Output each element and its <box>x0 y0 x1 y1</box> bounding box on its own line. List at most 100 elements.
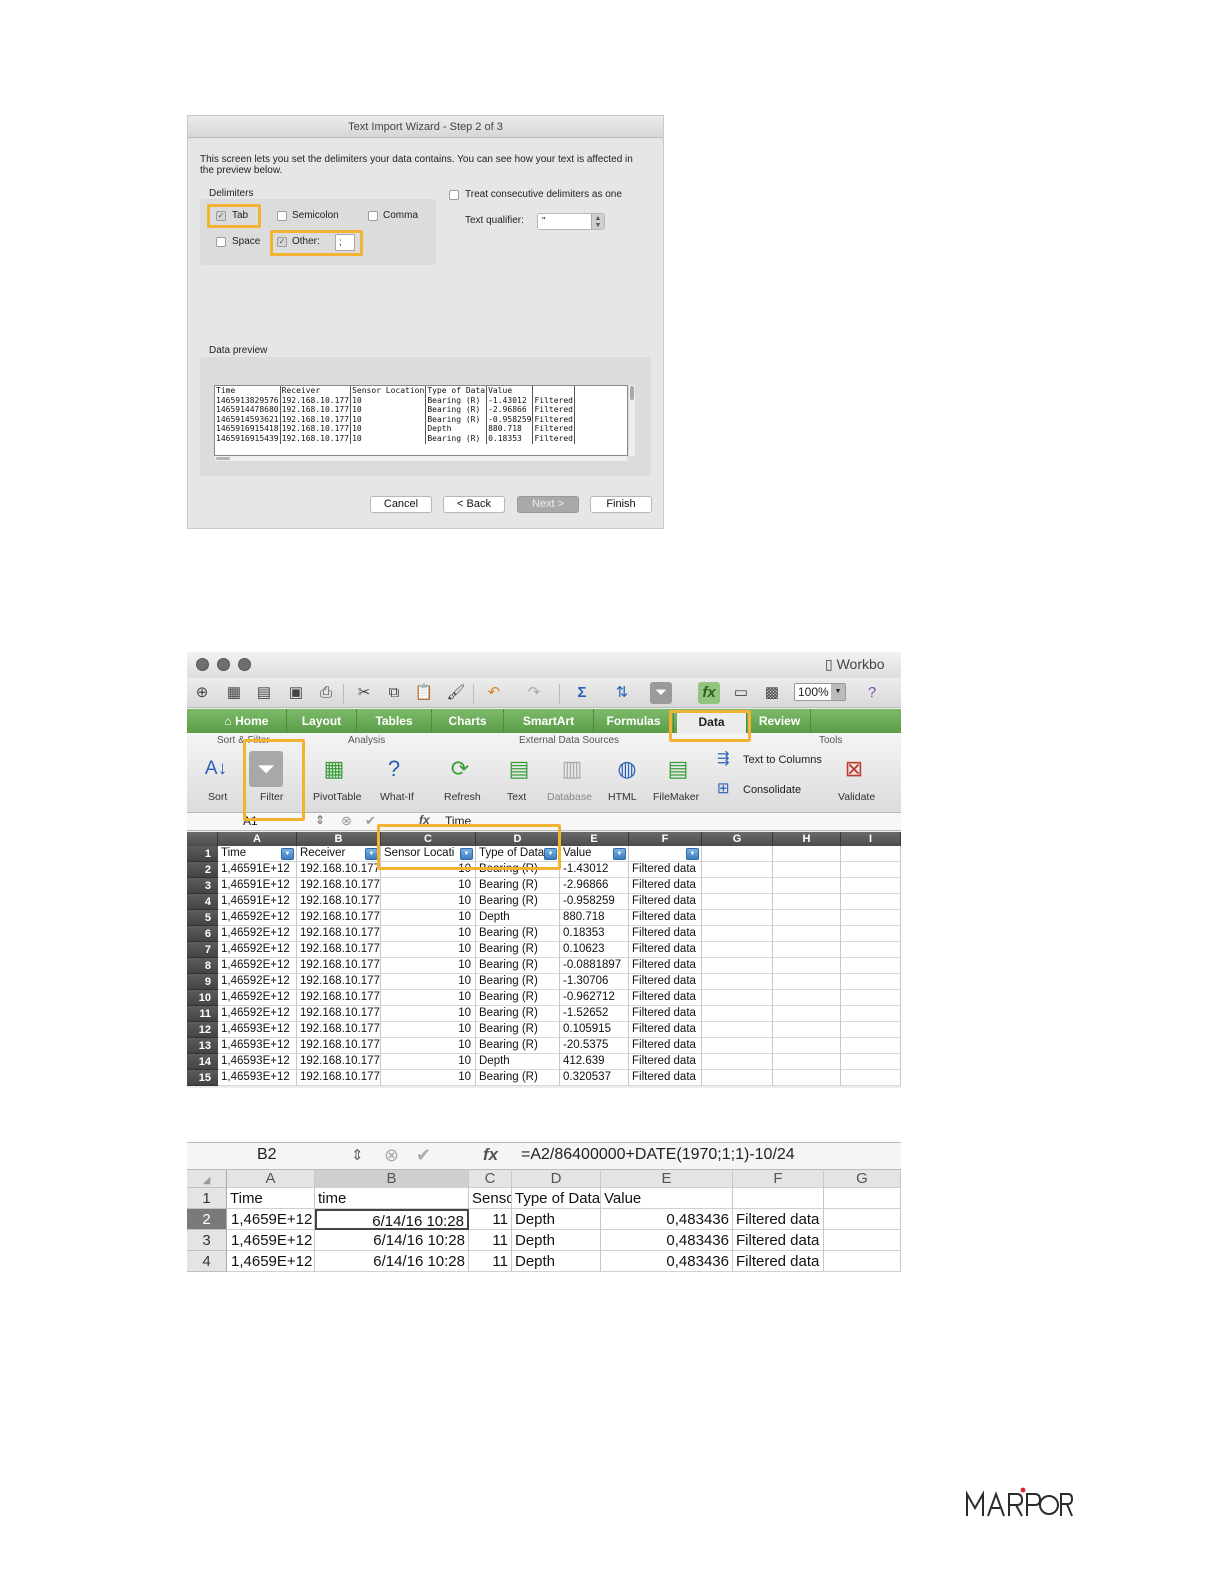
autosum-icon[interactable]: Σ <box>571 682 593 704</box>
table-cell[interactable]: Filtered data <box>629 1022 702 1038</box>
table-cell[interactable]: 10 <box>381 894 476 910</box>
consolidate-button[interactable]: Consolidate <box>743 784 801 796</box>
table-cell[interactable]: Filtered data <box>733 1209 824 1230</box>
tab-review[interactable]: Review <box>749 709 811 733</box>
table-cell[interactable]: Bearing (R) <box>476 862 560 878</box>
table-cell[interactable] <box>841 878 901 894</box>
back-button[interactable]: < Back <box>443 496 505 513</box>
table-cell[interactable]: 11 <box>469 1251 512 1272</box>
table-cell[interactable]: Filtered data <box>629 926 702 942</box>
table-cell[interactable]: 0.18353 <box>560 926 629 942</box>
toolbox-icon[interactable]: ▭ <box>730 682 752 704</box>
tab-home[interactable]: ⌂ Home <box>207 709 287 733</box>
table-cell[interactable]: 192.168.10.177 <box>297 926 381 942</box>
table-cell[interactable]: Time <box>227 1188 315 1209</box>
table-cell[interactable]: Filtered data <box>629 878 702 894</box>
row-number[interactable]: 4 <box>187 894 218 910</box>
column-header[interactable]: E <box>560 832 629 846</box>
table-cell[interactable]: 1,46593E+12 <box>218 1070 297 1086</box>
table-cell[interactable]: 192.168.10.177 <box>297 1054 381 1070</box>
row-number[interactable]: 6 <box>187 926 218 942</box>
table-cell[interactable]: -20.5375 <box>560 1038 629 1054</box>
filter-toolbar-icon[interactable]: ⏷ <box>650 682 672 704</box>
table-cell[interactable] <box>841 1054 901 1070</box>
table-cell[interactable]: Filtered data <box>629 894 702 910</box>
cut-icon[interactable]: ✂ <box>353 682 375 704</box>
filter-dropdown-icon[interactable]: ▼ <box>613 848 626 860</box>
copy-icon[interactable]: ⧉ <box>383 682 405 704</box>
column-header[interactable]: C <box>469 1170 512 1188</box>
table-cell[interactable]: -0.962712 <box>560 990 629 1006</box>
table-cell[interactable]: -0.0881897 <box>560 958 629 974</box>
table-cell[interactable]: Bearing (R) <box>476 894 560 910</box>
table-cell[interactable] <box>824 1209 901 1230</box>
cancel-button[interactable]: Cancel <box>370 496 432 513</box>
column-header[interactable]: D <box>476 832 560 846</box>
table-cell[interactable]: -2.96866 <box>560 878 629 894</box>
table-cell[interactable]: Filtered data <box>629 958 702 974</box>
table-cell[interactable]: 0.10623 <box>560 942 629 958</box>
table-cell[interactable] <box>824 1188 901 1209</box>
table-cell[interactable]: -1.52652 <box>560 1006 629 1022</box>
text-to-columns-button[interactable]: Text to Columns <box>743 754 822 766</box>
table-cell[interactable] <box>773 990 841 1006</box>
table-cell[interactable]: 10 <box>381 1022 476 1038</box>
table-cell[interactable] <box>841 958 901 974</box>
table-cell[interactable]: 412.639 <box>560 1054 629 1070</box>
table-cell[interactable]: 10 <box>381 958 476 974</box>
cancel-entry-icon[interactable]: ⊗ <box>341 813 352 829</box>
tab-smartart[interactable]: SmartArt <box>504 709 594 733</box>
table-cell[interactable]: 192.168.10.177 <box>297 990 381 1006</box>
sort-icon[interactable]: A↓ <box>199 751 233 787</box>
table-cell[interactable] <box>702 894 773 910</box>
table-cell[interactable]: 192.168.10.177 <box>297 894 381 910</box>
finish-button[interactable]: Finish <box>590 496 652 513</box>
table-cell[interactable]: 192.168.10.177 <box>297 958 381 974</box>
other-checkbox[interactable]: ✓ <box>277 237 287 247</box>
what-if-icon[interactable]: ? <box>377 751 411 787</box>
table-cell[interactable]: 10 <box>381 1070 476 1086</box>
table-cell[interactable] <box>773 862 841 878</box>
row-number[interactable]: 3 <box>187 1230 227 1251</box>
filemaker-icon[interactable]: ▤ <box>661 751 695 787</box>
table-cell[interactable]: 10 <box>381 990 476 1006</box>
table-cell[interactable]: Filtered data <box>629 1070 702 1086</box>
filter-dropdown-icon[interactable]: ▼ <box>460 848 473 860</box>
column-header[interactable]: F <box>733 1170 824 1188</box>
table-cell[interactable]: Filtered data <box>733 1230 824 1251</box>
row-number[interactable]: 15 <box>187 1070 218 1086</box>
new-document-icon[interactable]: ⊕ <box>191 682 213 704</box>
table-cell[interactable]: 10 <box>381 862 476 878</box>
undo-icon[interactable]: ↶ <box>483 682 505 704</box>
table-cell[interactable]: Bearing (R) <box>476 878 560 894</box>
table-cell[interactable] <box>841 1038 901 1054</box>
confirm-entry-icon[interactable]: ✔ <box>416 1145 431 1166</box>
table-cell[interactable]: Bearing (R) <box>476 1070 560 1086</box>
table-cell[interactable] <box>702 1006 773 1022</box>
table-cell[interactable]: 1,46592E+12 <box>218 958 297 974</box>
next-button[interactable]: Next > <box>517 496 579 513</box>
table-cell[interactable]: Bearing (R) <box>476 1022 560 1038</box>
table-cell[interactable]: 880.718 <box>560 910 629 926</box>
select-all-corner[interactable]: ◢ <box>187 1170 227 1188</box>
row-number[interactable]: 3 <box>187 878 218 894</box>
column-header[interactable]: B <box>297 832 381 846</box>
minimize-window-icon[interactable] <box>217 658 230 671</box>
name-box-stepper-icon[interactable]: ⇕ <box>351 1146 364 1164</box>
table-cell[interactable]: Value <box>601 1188 733 1209</box>
table-cell[interactable] <box>824 1251 901 1272</box>
table-cell[interactable]: Depth <box>476 1054 560 1070</box>
table-cell[interactable] <box>841 974 901 990</box>
function-icon[interactable]: fx <box>698 682 720 704</box>
table-cell[interactable] <box>702 942 773 958</box>
table-cell[interactable] <box>773 878 841 894</box>
table-cell[interactable]: 10 <box>381 974 476 990</box>
table-cell[interactable]: Bearing (R) <box>476 1006 560 1022</box>
table-cell[interactable]: 11 <box>469 1209 512 1230</box>
table-cell[interactable] <box>773 846 841 862</box>
table-cell[interactable]: 10 <box>381 926 476 942</box>
table-cell[interactable]: Bearing (R) <box>476 1038 560 1054</box>
table-cell[interactable]: 192.168.10.177 <box>297 910 381 926</box>
column-header[interactable]: H <box>773 832 841 846</box>
table-cell[interactable]: Depth <box>512 1230 601 1251</box>
